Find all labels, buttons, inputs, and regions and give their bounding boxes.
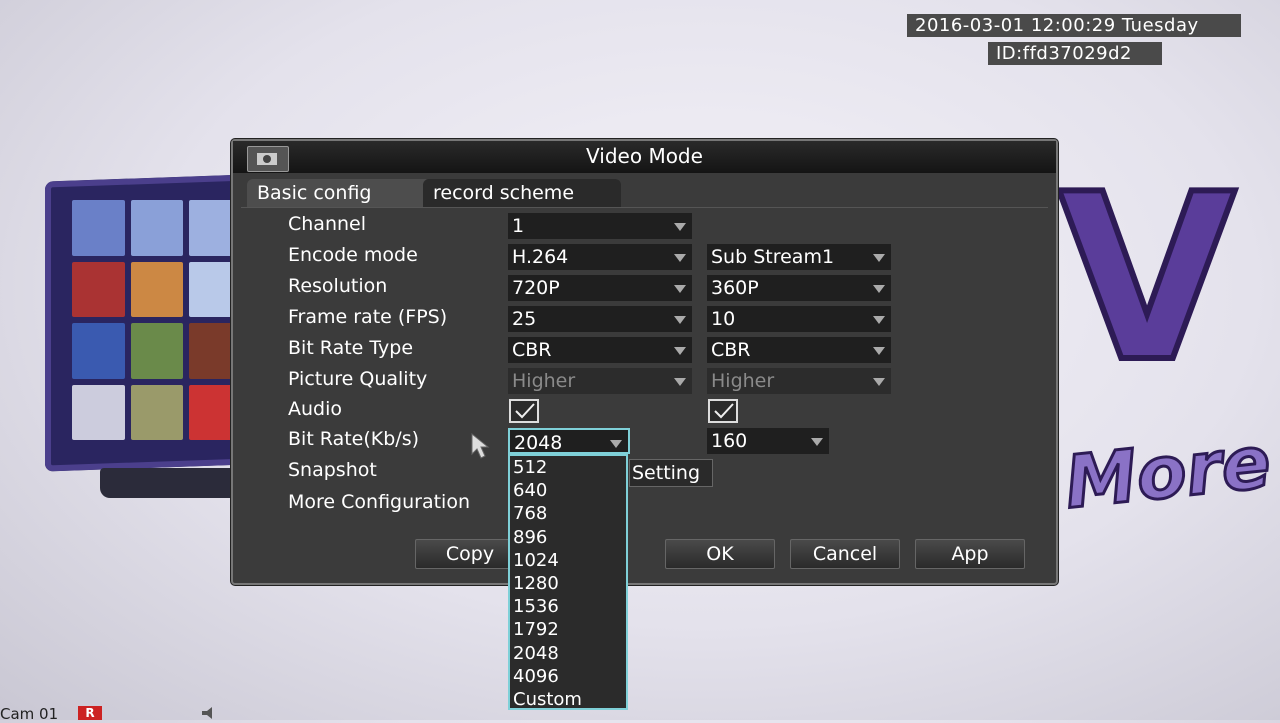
mouse-cursor-icon xyxy=(471,432,490,459)
frame-rate-value: 25 xyxy=(512,308,537,330)
resolution-label: Resolution xyxy=(288,275,388,297)
bit-rate-option[interactable]: 1792 xyxy=(510,618,626,641)
chevron-down-icon xyxy=(674,223,686,231)
channel-label: Channel xyxy=(288,213,367,235)
bit-rate-type-label: Bit Rate Type xyxy=(288,337,414,359)
chevron-down-icon xyxy=(873,316,885,324)
bit-rate-option[interactable]: 640 xyxy=(510,479,626,502)
bit-rate-option[interactable]: 1024 xyxy=(510,549,626,572)
sub-picture-quality-select[interactable]: Higher xyxy=(707,368,891,394)
resolution-select[interactable]: 720P xyxy=(508,275,692,301)
sub-resolution-select[interactable]: 360P xyxy=(707,275,891,301)
record-badge: R xyxy=(78,706,102,720)
bit-rate-type-value: CBR xyxy=(512,339,552,361)
audio-checkbox[interactable] xyxy=(509,399,539,423)
sub-encode-mode-value: Sub Stream1 xyxy=(711,246,835,268)
bit-rate-option[interactable]: 2048 xyxy=(510,642,626,665)
datetime-display: 2016-03-01 12:00:29 Tuesday xyxy=(907,14,1241,37)
bit-rate-option[interactable]: 896 xyxy=(510,526,626,549)
bit-rate-label: Bit Rate(Kb/s) xyxy=(288,428,420,450)
snapshot-label: Snapshot xyxy=(288,459,377,481)
device-id-display: ID:ffd37029d2 xyxy=(988,42,1162,65)
picture-quality-value: Higher xyxy=(512,370,576,392)
sub-bit-rate-type-value: CBR xyxy=(711,339,751,361)
background-logo-letters: V xyxy=(1055,146,1239,413)
checkmark-icon xyxy=(714,403,734,419)
bit-rate-option[interactable]: 512 xyxy=(510,456,626,479)
video-mode-dialog: Video Mode Basic config record scheme Ch… xyxy=(231,139,1058,585)
more-configuration-label[interactable]: More Configuration xyxy=(288,489,470,515)
tab-record-scheme[interactable]: record scheme xyxy=(423,179,621,207)
sub-encode-mode-select[interactable]: Sub Stream1 xyxy=(707,244,891,270)
background-tiles-graphic xyxy=(72,200,242,440)
channel-value: 1 xyxy=(512,215,525,237)
channel-select[interactable]: 1 xyxy=(508,213,692,239)
sub-bit-rate-value: 160 xyxy=(711,430,748,452)
sub-frame-rate-select[interactable]: 10 xyxy=(707,306,891,332)
audio-label: Audio xyxy=(288,398,343,420)
bit-rate-type-select[interactable]: CBR xyxy=(508,337,692,363)
picture-quality-label: Picture Quality xyxy=(288,368,428,390)
chevron-down-icon xyxy=(674,285,686,293)
chevron-down-icon xyxy=(811,438,823,446)
settings-icon xyxy=(247,146,289,172)
bit-rate-option[interactable]: 1536 xyxy=(510,595,626,618)
chevron-down-icon xyxy=(873,254,885,262)
dialog-title: Video Mode xyxy=(586,144,703,168)
tab-divider xyxy=(241,207,1048,208)
chevron-down-icon xyxy=(674,316,686,324)
frame-rate-label: Frame rate (FPS) xyxy=(288,306,448,328)
chevron-down-icon xyxy=(674,347,686,355)
resolution-value: 720P xyxy=(512,277,560,299)
cancel-button[interactable]: Cancel xyxy=(790,539,900,569)
sub-picture-quality-value: Higher xyxy=(711,370,775,392)
snapshot-setting-button[interactable]: Setting xyxy=(629,459,713,487)
chevron-down-icon xyxy=(873,378,885,386)
chevron-down-icon xyxy=(674,378,686,386)
sub-bit-rate-select[interactable]: 160 xyxy=(707,428,829,454)
chevron-down-icon xyxy=(873,347,885,355)
bit-rate-option[interactable]: 1280 xyxy=(510,572,626,595)
chevron-down-icon xyxy=(873,285,885,293)
frame-rate-select[interactable]: 25 xyxy=(508,306,692,332)
encode-mode-label: Encode mode xyxy=(288,244,418,266)
sub-bit-rate-type-select[interactable]: CBR xyxy=(707,337,891,363)
sub-resolution-value: 360P xyxy=(711,277,759,299)
bit-rate-select[interactable]: 2048 xyxy=(508,428,630,454)
speaker-icon xyxy=(202,707,212,719)
encode-mode-select[interactable]: H.264 xyxy=(508,244,692,270)
background-stand-graphic xyxy=(100,468,250,498)
background-logo-word: More xyxy=(1060,418,1276,526)
ok-button[interactable]: OK xyxy=(665,539,775,569)
chevron-down-icon xyxy=(610,440,622,448)
sub-audio-checkbox[interactable] xyxy=(708,399,738,423)
bit-rate-dropdown-list: 512 640 768 896 1024 1280 1536 1792 2048… xyxy=(508,454,628,710)
tab-basic-config[interactable]: Basic config xyxy=(247,179,431,207)
chevron-down-icon xyxy=(674,254,686,262)
sub-frame-rate-value: 10 xyxy=(711,308,736,330)
bit-rate-value: 2048 xyxy=(514,432,563,454)
camera-label: Cam 01 xyxy=(0,705,59,723)
checkmark-icon xyxy=(515,403,535,419)
bit-rate-option[interactable]: 768 xyxy=(510,502,626,525)
encode-mode-value: H.264 xyxy=(512,246,569,268)
apply-button[interactable]: App xyxy=(915,539,1025,569)
picture-quality-select[interactable]: Higher xyxy=(508,368,692,394)
bit-rate-option[interactable]: Custom xyxy=(510,688,626,711)
bit-rate-option[interactable]: 4096 xyxy=(510,665,626,688)
dialog-title-bar: Video Mode xyxy=(233,141,1056,173)
